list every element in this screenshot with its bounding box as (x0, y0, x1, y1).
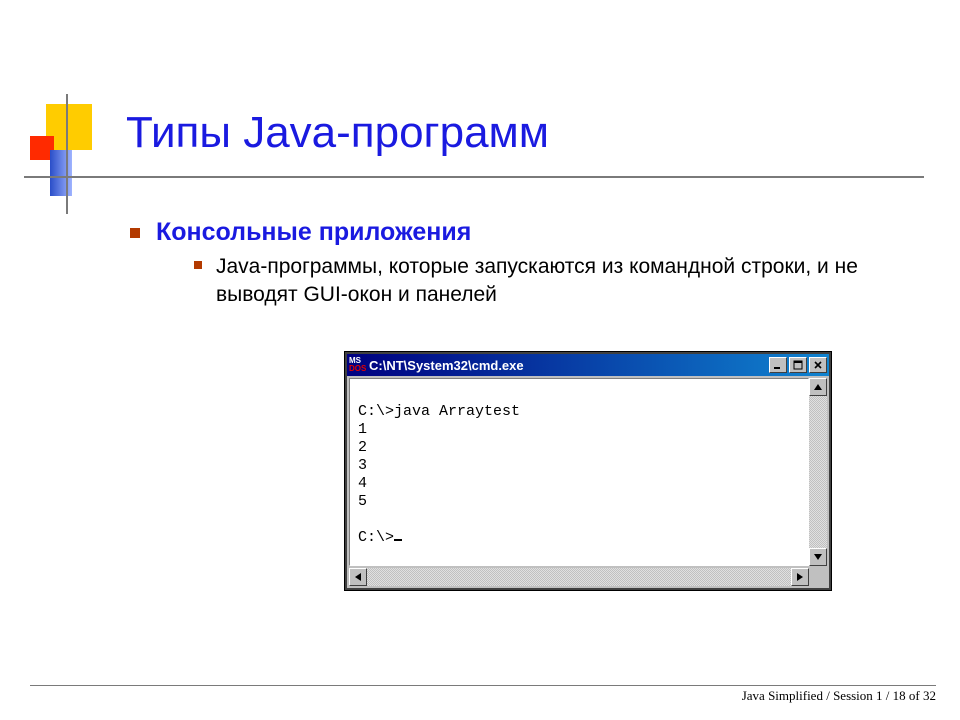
slide-body: Консольные приложения Java-программы, ко… (130, 218, 900, 318)
cmd-cursor (394, 539, 402, 541)
bullet-level1: Консольные приложения Java-программы, ко… (130, 218, 900, 310)
cmd-titlebar: MS DOS C:\NT\System32\cmd.exe (347, 354, 829, 376)
icon-text-dos: DOS (349, 365, 366, 373)
scroll-track-v[interactable] (809, 396, 827, 548)
cmd-line: 3 (358, 457, 367, 474)
arrow-down-icon (814, 554, 822, 560)
cmd-window: MS DOS C:\NT\System32\cmd.exe C:\>java A… (345, 352, 831, 590)
scroll-up-button[interactable] (809, 378, 827, 396)
arrow-right-icon (797, 573, 803, 581)
close-button[interactable] (809, 357, 827, 373)
maximize-button[interactable] (789, 357, 807, 373)
title-logo (30, 98, 120, 198)
arrow-left-icon (355, 573, 361, 581)
cmd-line: 5 (358, 493, 367, 510)
deco-rule-horizontal (24, 176, 924, 178)
bullet1-text: Консольные приложения (156, 218, 471, 246)
cmd-line: C:\>java Arraytest (358, 403, 520, 420)
deco-rule-vertical (66, 94, 68, 214)
scroll-track-h[interactable] (367, 568, 791, 586)
vertical-scrollbar[interactable] (809, 378, 827, 566)
scroll-right-button[interactable] (791, 568, 809, 586)
slide-title: Типы Java-программ (126, 108, 549, 158)
cmd-output: C:\>java Arraytest 1 2 3 4 5 C:\> (349, 378, 809, 566)
cmd-client-area: C:\>java Arraytest 1 2 3 4 5 C:\> (347, 376, 829, 568)
cmd-line: 2 (358, 439, 367, 456)
bullet-level2: Java-программы, которые запускаются из к… (156, 253, 900, 310)
window-buttons (769, 357, 827, 373)
minimize-button[interactable] (769, 357, 787, 373)
horizontal-scrollbar-row (347, 568, 829, 588)
cmd-title-text: C:\NT\System32\cmd.exe (369, 358, 769, 373)
slide: Типы Java-программ Консольные приложения… (0, 0, 960, 720)
scroll-left-button[interactable] (349, 568, 367, 586)
scroll-down-button[interactable] (809, 548, 827, 566)
cmd-line: C:\> (358, 529, 394, 546)
scrollbar-corner (809, 568, 827, 586)
msdos-icon: MS DOS (349, 357, 365, 373)
cmd-line: 1 (358, 421, 367, 438)
arrow-up-icon (814, 384, 822, 390)
deco-square-blue (50, 150, 72, 196)
slide-footer: Java Simplified / Session 1 / 18 of 32 (30, 685, 936, 704)
cmd-line: 4 (358, 475, 367, 492)
bullet2-text: Java-программы, которые запускаются из к… (216, 255, 858, 306)
horizontal-scrollbar[interactable] (349, 568, 809, 586)
